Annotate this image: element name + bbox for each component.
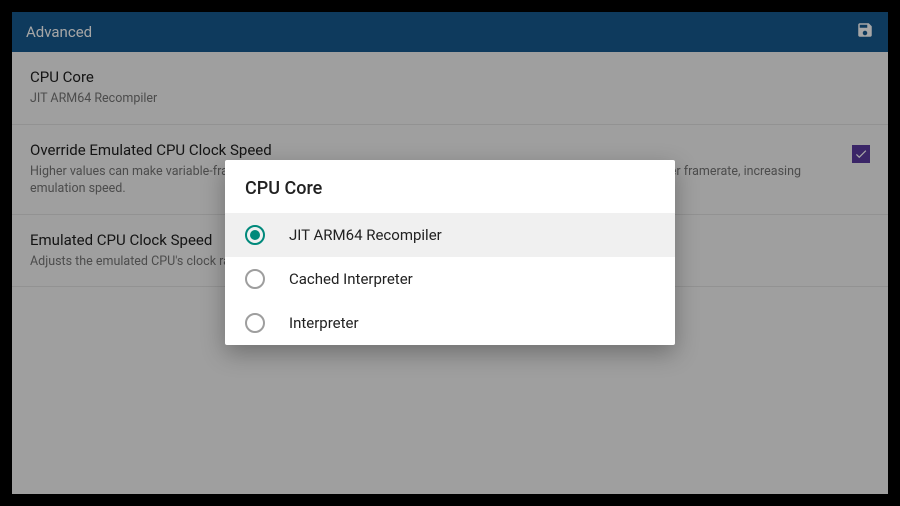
dialog-title: CPU Core <box>225 160 675 213</box>
radio-unchecked-icon <box>245 313 265 333</box>
option-label: Interpreter <box>289 314 359 332</box>
dialog-option-cached-interpreter[interactable]: Cached Interpreter <box>225 257 675 301</box>
dialog-option-interpreter[interactable]: Interpreter <box>225 301 675 345</box>
option-label: Cached Interpreter <box>289 270 413 288</box>
radio-checked-icon <box>245 225 265 245</box>
dialog-option-jit-arm64[interactable]: JIT ARM64 Recompiler <box>225 213 675 257</box>
dialog-cpu-core: CPU Core JIT ARM64 Recompiler Cached Int… <box>225 160 675 345</box>
radio-unchecked-icon <box>245 269 265 289</box>
option-label: JIT ARM64 Recompiler <box>289 226 442 244</box>
